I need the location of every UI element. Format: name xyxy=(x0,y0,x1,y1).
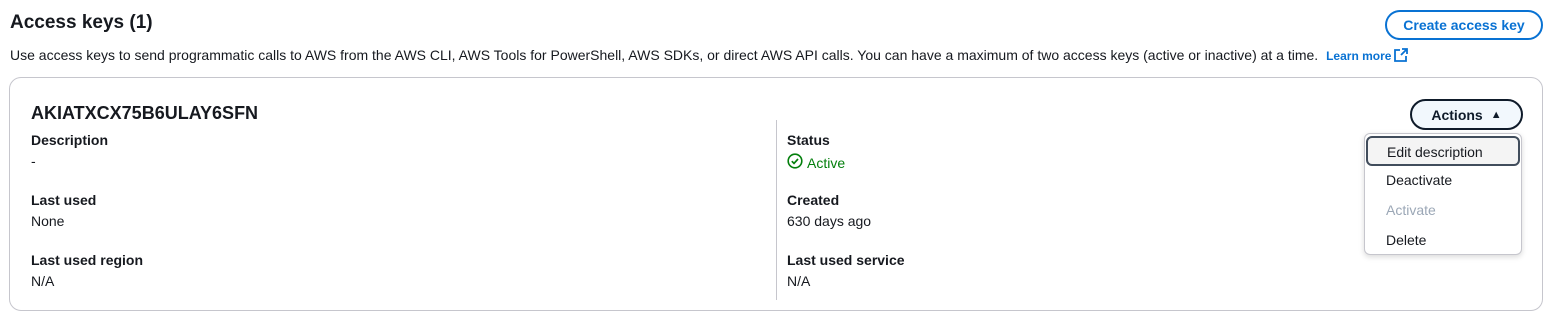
page-title: Access keys (1) xyxy=(10,12,153,33)
last-used-service-value: N/A xyxy=(787,273,811,289)
external-link-icon xyxy=(1394,48,1409,65)
last-used-service-label: Last used service xyxy=(787,252,905,268)
menu-item-edit-description[interactable]: Edit description xyxy=(1366,136,1520,166)
menu-item-activate: Activate xyxy=(1386,202,1436,218)
last-used-region-label: Last used region xyxy=(31,252,144,268)
created-label: Created xyxy=(787,192,840,208)
check-circle-icon xyxy=(787,153,807,172)
caret-up-icon: ▲ xyxy=(1490,108,1502,121)
access-key-id: AKIATXCX75B6ULAY6SFN xyxy=(31,103,259,123)
last-used-field: Last used None xyxy=(31,192,96,229)
created-field: Created 630 days ago xyxy=(787,192,871,229)
description-field: Description - xyxy=(31,132,108,169)
learn-more-link[interactable]: Learn more xyxy=(1326,48,1409,65)
status-value: Active xyxy=(807,154,846,171)
status-indicator: Active xyxy=(787,153,845,172)
last-used-service-field: Last used service N/A xyxy=(787,252,905,289)
actions-dropdown-button[interactable]: Actions ▲ xyxy=(1410,99,1523,130)
access-key-card: AKIATXCX75B6ULAY6SFN Description - Last … xyxy=(9,77,1543,311)
last-used-label: Last used xyxy=(31,192,97,208)
description-label: Description xyxy=(31,132,109,148)
column-divider xyxy=(776,120,777,300)
status-label: Status xyxy=(787,132,830,148)
section-description: Use access keys to send programmatic cal… xyxy=(10,47,1409,65)
last-used-value: None xyxy=(31,213,65,229)
menu-item-deactivate[interactable]: Deactivate xyxy=(1365,166,1521,196)
status-field: Status Active xyxy=(787,132,845,172)
description-text: Use access keys to send programmatic cal… xyxy=(10,47,1319,63)
last-used-region-field: Last used region N/A xyxy=(31,252,143,289)
actions-label: Actions xyxy=(1431,106,1483,123)
access-keys-page: Access keys (1) Create access key Use ac… xyxy=(0,0,1555,324)
create-access-key-button[interactable]: Create access key xyxy=(1385,10,1543,40)
description-value: - xyxy=(31,153,36,169)
last-used-region-value: N/A xyxy=(31,273,55,289)
menu-item-delete[interactable]: Delete xyxy=(1365,226,1521,256)
learn-more-label: Learn more xyxy=(1326,49,1392,63)
created-value: 630 days ago xyxy=(787,213,872,229)
actions-menu: Edit description Deactivate Activate Del… xyxy=(1364,133,1522,255)
